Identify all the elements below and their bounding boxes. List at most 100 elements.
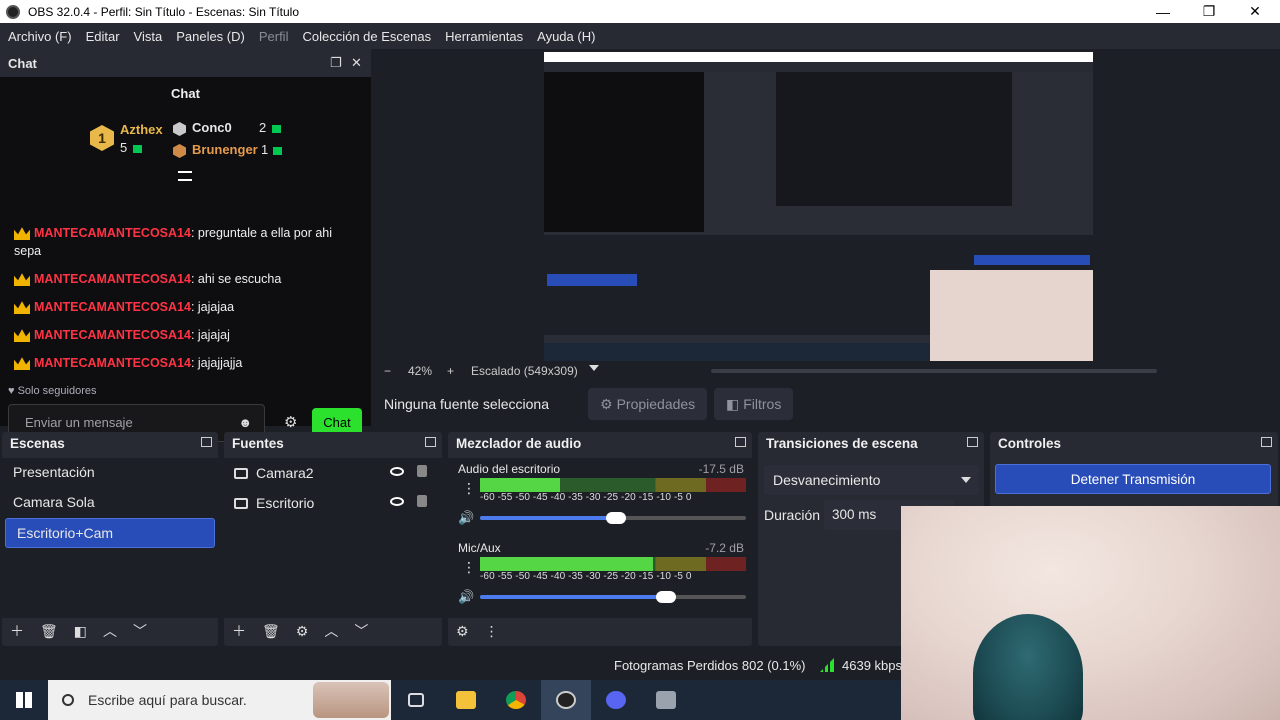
chevron-down-icon: [961, 477, 971, 483]
gold-medal-icon: 1: [90, 125, 114, 151]
sources-dock: Fuentes Camara2 Escritorio ＋ 🗑 ⚙ ︿ ﹀: [224, 432, 442, 646]
kebab-menu-icon[interactable]: ⋮: [462, 559, 476, 576]
float-dock-icon[interactable]: [735, 437, 746, 447]
minimize-button[interactable]: —: [1140, 0, 1186, 23]
chevron-down-icon[interactable]: [589, 365, 599, 371]
speaker-icon[interactable]: 🔊: [458, 510, 474, 526]
obs-button[interactable]: [541, 680, 591, 720]
chat-settings-gear-icon[interactable]: ⚙: [284, 413, 297, 431]
app-button[interactable]: [641, 680, 691, 720]
gem-icon: [272, 125, 281, 133]
scenes-toolbar: ＋ 🗑 ◧ ︿ ﹀: [2, 616, 218, 646]
fader-knob[interactable]: [656, 591, 677, 603]
visibility-eye-icon[interactable]: [390, 497, 404, 506]
close-dock-icon[interactable]: ✕: [351, 55, 362, 71]
menu-ayuda[interactable]: Ayuda (H): [537, 29, 595, 44]
filters-button[interactable]: ◧ Filtros: [714, 388, 794, 420]
preview-scrollbar[interactable]: [711, 369, 1157, 373]
chrome-button[interactable]: [491, 680, 541, 720]
add-scene-icon[interactable]: ＋: [10, 621, 24, 641]
scene-item-escritorio-cam[interactable]: Escritorio+Cam: [5, 518, 215, 548]
source-toolbar: Ninguna fuente seleccionada ⚙ Propiedades…: [371, 382, 1280, 426]
monitor-icon: [234, 497, 248, 509]
scenes-dock-title: Escenas: [2, 432, 218, 454]
scenes-list: Presentación Camara Sola Escritorio+Cam: [2, 458, 218, 618]
menu-vista[interactable]: Vista: [134, 29, 163, 44]
sources-toolbar: ＋ 🗑 ⚙ ︿ ﹀: [224, 616, 442, 646]
maximize-button[interactable]: ❐: [1186, 0, 1232, 23]
volume-fader[interactable]: [480, 512, 746, 524]
window-title-bar: OBS 32.0.4 - Perfil: Sin Título - Escena…: [0, 0, 1280, 23]
menu-coleccion-escenas[interactable]: Colección de Escenas: [302, 29, 431, 44]
webcam-overlay: [901, 506, 1280, 720]
channel-db: -7.2 dB: [705, 541, 744, 555]
start-button[interactable]: [0, 680, 48, 720]
task-view-button[interactable]: [391, 680, 441, 720]
zoom-in-button[interactable]: +: [447, 364, 454, 378]
stop-streaming-button[interactable]: Detener Transmisión: [995, 464, 1271, 494]
search-icon: [62, 694, 74, 706]
source-item-camara2[interactable]: Camara2: [224, 458, 442, 488]
move-down-icon[interactable]: ﹀: [354, 621, 368, 641]
visibility-eye-icon[interactable]: [390, 467, 404, 476]
discord-button[interactable]: [591, 680, 641, 720]
chat-dock-header: Chat ❐ ✕: [0, 49, 371, 77]
zoom-out-button[interactable]: −: [384, 364, 391, 378]
volume-fader[interactable]: [480, 591, 746, 603]
nested-preview: [776, 72, 1012, 206]
scene-filters-icon[interactable]: ◧: [74, 623, 87, 640]
kebab-menu-icon[interactable]: ⋮: [485, 623, 499, 640]
lock-icon[interactable]: [417, 465, 427, 477]
float-dock-icon[interactable]: [1261, 437, 1272, 447]
scene-item-camara-sola[interactable]: Camara Sola: [2, 488, 218, 518]
move-down-icon[interactable]: ﹀: [133, 621, 147, 641]
advanced-audio-gear-icon[interactable]: ⚙: [456, 623, 469, 640]
menu-paneles[interactable]: Paneles (D): [176, 29, 245, 44]
source-settings-gear-icon[interactable]: ⚙: [296, 623, 309, 640]
menu-editar[interactable]: Editar: [86, 29, 120, 44]
sources-list: Camara2 Escritorio: [224, 458, 442, 618]
remove-scene-icon[interactable]: 🗑: [40, 623, 58, 640]
crown-badge-icon: [14, 357, 30, 371]
add-source-icon[interactable]: ＋: [232, 621, 246, 641]
program-preview[interactable]: [544, 52, 1093, 361]
lock-icon[interactable]: [417, 495, 427, 507]
kebab-menu-icon[interactable]: ⋮: [462, 480, 476, 497]
chat-message: MANTECAMANTECOSA14: jajajaa: [14, 298, 344, 316]
meter-scale: -60 -55 -50 -45 -40 -35 -30 -25 -20 -15 …: [480, 492, 692, 503]
float-dock-icon[interactable]: [967, 437, 978, 447]
menu-herramientas[interactable]: Herramientas: [445, 29, 523, 44]
menu-perfil[interactable]: Perfil: [259, 29, 289, 44]
close-button[interactable]: ✕: [1232, 0, 1278, 23]
float-dock-icon[interactable]: [201, 437, 212, 447]
fader-knob[interactable]: [605, 512, 626, 524]
task-view-icon: [408, 693, 424, 707]
controls-dock-title: Controles: [990, 432, 1278, 454]
float-dock-icon[interactable]: ❐: [330, 55, 342, 71]
speaker-icon[interactable]: 🔊: [458, 589, 474, 605]
source-item-escritorio[interactable]: Escritorio: [224, 488, 442, 518]
gear-icon: ⚙: [600, 395, 613, 412]
file-explorer-button[interactable]: [441, 680, 491, 720]
remove-source-icon[interactable]: 🗑: [262, 623, 280, 640]
menu-archivo[interactable]: Archivo (F): [8, 29, 72, 44]
move-up-icon[interactable]: ︿: [324, 621, 338, 641]
scaling-mode[interactable]: Escalado (549x309): [471, 364, 578, 378]
scene-item-presentacion[interactable]: Presentación: [2, 458, 218, 488]
float-dock-icon[interactable]: [425, 437, 436, 447]
transition-select[interactable]: Desvanecimiento: [764, 465, 979, 495]
properties-button[interactable]: ⚙ Propiedades: [588, 388, 708, 420]
crown-badge-icon: [14, 227, 30, 241]
nested-stop-stream: [974, 255, 1090, 265]
app-icon: [656, 691, 676, 709]
preview-zoom-bar: − 42% + Escalado (549x309): [371, 361, 1280, 381]
window-title: OBS 32.0.4 - Perfil: Sin Título - Escena…: [28, 4, 300, 19]
taskbar-search[interactable]: Escribe aquí para buscar.: [48, 680, 391, 720]
emote-icon[interactable]: ☻: [238, 415, 252, 430]
move-up-icon[interactable]: ︿: [103, 621, 117, 641]
nested-chat: [544, 72, 704, 232]
scenes-dock: Escenas Presentación Camara Sola Escrito…: [2, 432, 218, 646]
collapse-leaderboard-icon[interactable]: [178, 171, 192, 181]
followers-only-notice: ♥ Solo seguidores: [8, 385, 97, 397]
chat-panel: Chat 1 Azthex 5 Conc0 2 Brunenger 1 MANT…: [0, 77, 371, 442]
